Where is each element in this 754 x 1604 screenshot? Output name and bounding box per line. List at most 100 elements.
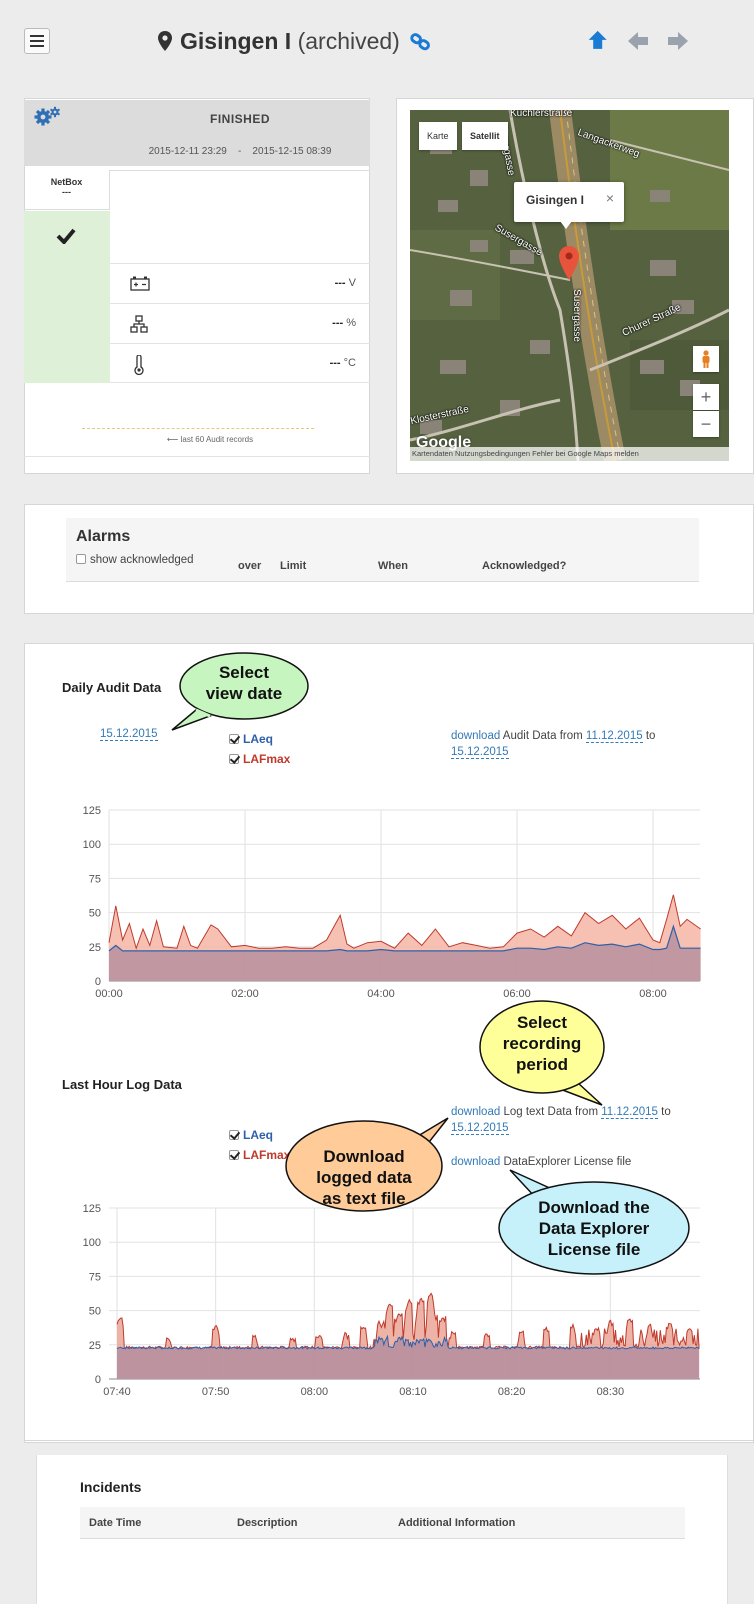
status-date-to: 2015-12-15 08:39 [252, 146, 332, 157]
column-header-limit: Limit [280, 560, 307, 572]
callout-line: Download the [538, 1198, 650, 1217]
daily-legend-lafmax[interactable]: LAFmax [229, 750, 290, 768]
column-header-additional-info: Additional Information [398, 1517, 516, 1529]
callout-select-view-date-text: Select view date [180, 662, 308, 704]
callout-line: period [516, 1055, 568, 1074]
street-view-pegman-icon[interactable] [693, 346, 719, 372]
gears-icon[interactable] [34, 106, 62, 131]
status-dates: 2015-12-11 23:29 - 2015-12-15 08:39 [110, 146, 370, 157]
arrow-left-icon[interactable] [626, 30, 652, 52]
daily-download-text: Audit Data from [502, 730, 583, 742]
incidents-title: Incidents [80, 1479, 142, 1495]
license-download-text: DataExplorer License file [503, 1156, 632, 1168]
callout-download-license-text: Download the Data Explorer License file [512, 1197, 676, 1260]
callout-line: License file [547, 1240, 641, 1259]
log-to-word: to [661, 1106, 671, 1118]
network-icon [130, 315, 148, 336]
battery-value: --- [334, 277, 346, 289]
x-tick-label: 04:00 [367, 988, 395, 1000]
x-tick-label: 07:50 [202, 1386, 230, 1398]
x-tick-label: 07:40 [103, 1386, 131, 1398]
x-tick-label: 08:00 [301, 1386, 329, 1398]
show-acknowledged-checkbox[interactable] [76, 554, 86, 564]
battery-icon [130, 275, 150, 294]
zoom-in-button[interactable]: + [693, 384, 719, 410]
column-header-date-time: Date Time [89, 1517, 142, 1529]
callout-line: view date [205, 684, 283, 703]
arrow-right-icon[interactable] [666, 30, 692, 52]
station-name: Gisingen I [180, 28, 292, 54]
daily-audit-chart[interactable]: 025507510012500:00 02:00 04:00 06:00 08:00 [60, 800, 710, 1010]
arrow-up-icon[interactable] [586, 30, 612, 52]
lafmax-checkbox[interactable] [229, 754, 239, 764]
network-row: --- % [110, 303, 370, 343]
x-tick-label: 08:00 [639, 988, 667, 1000]
daily-to-word: to [645, 730, 656, 742]
temperature-unit: °C [343, 357, 356, 369]
device-label: NetBox [50, 177, 83, 187]
show-acknowledged-label: show acknowledged [90, 554, 194, 566]
y-tick-label: 50 [89, 1306, 101, 1318]
lafmax-label: LAFmax [243, 752, 291, 766]
y-tick-label: 75 [89, 1271, 101, 1283]
laeq-checkbox[interactable] [229, 1130, 239, 1140]
log-date-to[interactable]: 15.12.2015 [451, 1122, 509, 1135]
device-value: --- [62, 187, 71, 197]
temperature-row: --- °C [110, 343, 370, 383]
lafmax-checkbox[interactable] [229, 1150, 239, 1160]
status-date-separator: - [237, 146, 242, 157]
laeq-label: LAeq [243, 1128, 273, 1142]
license-download-link[interactable]: download [451, 1156, 500, 1168]
map-type-map-tab[interactable]: Karte [419, 122, 457, 150]
x-tick-label: 00:00 [95, 988, 123, 1000]
y-tick-label: 50 [89, 908, 101, 920]
daily-date-from[interactable]: 11.12.2015 [585, 730, 643, 743]
y-tick-label: 100 [83, 839, 101, 851]
battery-unit: V [348, 277, 356, 289]
callout-line: Select [218, 663, 270, 682]
callout-line: Data Explorer [538, 1219, 650, 1238]
link-icon[interactable] [410, 31, 432, 58]
map-type-satellite-tab[interactable]: Satellit [462, 122, 508, 150]
last-hour-title: Last Hour Log Data [62, 1077, 182, 1092]
view-date-value[interactable]: 15.12.2015 [100, 728, 158, 741]
divider [110, 170, 370, 171]
column-header-when: When [378, 560, 408, 572]
popup-close-button[interactable]: × [606, 190, 614, 206]
audit-sparkline [82, 428, 314, 429]
column-header-over: over [238, 560, 262, 572]
map[interactable]: Langackerweg Susergasse Susergasse Chure… [410, 110, 729, 461]
popup-title: Gisingen I [526, 193, 585, 207]
network-value: --- [332, 317, 344, 329]
battery-row: --- V [110, 263, 370, 303]
popup-pointer [560, 221, 572, 229]
column-header-acknowledged: Acknowledged? [482, 560, 567, 572]
callout-line: logged data [316, 1168, 412, 1187]
zoom-out-button[interactable]: − [693, 411, 719, 437]
view-date-picker[interactable]: 15.12.2015 [100, 728, 158, 741]
menu-button[interactable] [24, 28, 50, 54]
callout-line: Select [516, 1013, 568, 1032]
station-status: (archived) [297, 28, 400, 54]
map-marker-icon [158, 30, 172, 57]
map-marker-icon[interactable] [559, 246, 579, 285]
audit-records-link[interactable]: ⟵ last 60 Audit records [110, 435, 310, 444]
alarms-title: Alarms [76, 528, 131, 545]
device-cell: NetBox --- [24, 170, 110, 210]
callout-line: recording [502, 1034, 582, 1053]
network-unit: % [346, 317, 356, 329]
street-label: Küchlerstraße [510, 110, 573, 119]
show-acknowledged-toggle[interactable]: show acknowledged [76, 554, 194, 566]
callout-line: as text file [322, 1189, 406, 1208]
status-label: FINISHED [209, 112, 270, 126]
callout-download-text-file-text: Download logged data as text file [290, 1146, 438, 1209]
daily-date-to[interactable]: 15.12.2015 [451, 746, 509, 759]
divider [24, 456, 370, 457]
y-tick-label: 100 [83, 1237, 101, 1249]
map-attribution[interactable]: Kartendaten Nutzungsbedingungen Fehler b… [410, 447, 729, 461]
column-header-description: Description [237, 1517, 298, 1529]
status-date-from: 2015-12-11 23:29 [148, 146, 227, 157]
daily-download-link[interactable]: download [451, 730, 500, 742]
callout-select-recording-text: Select recording period [482, 1012, 602, 1075]
page-title: Gisingen I (archived) [158, 28, 432, 58]
